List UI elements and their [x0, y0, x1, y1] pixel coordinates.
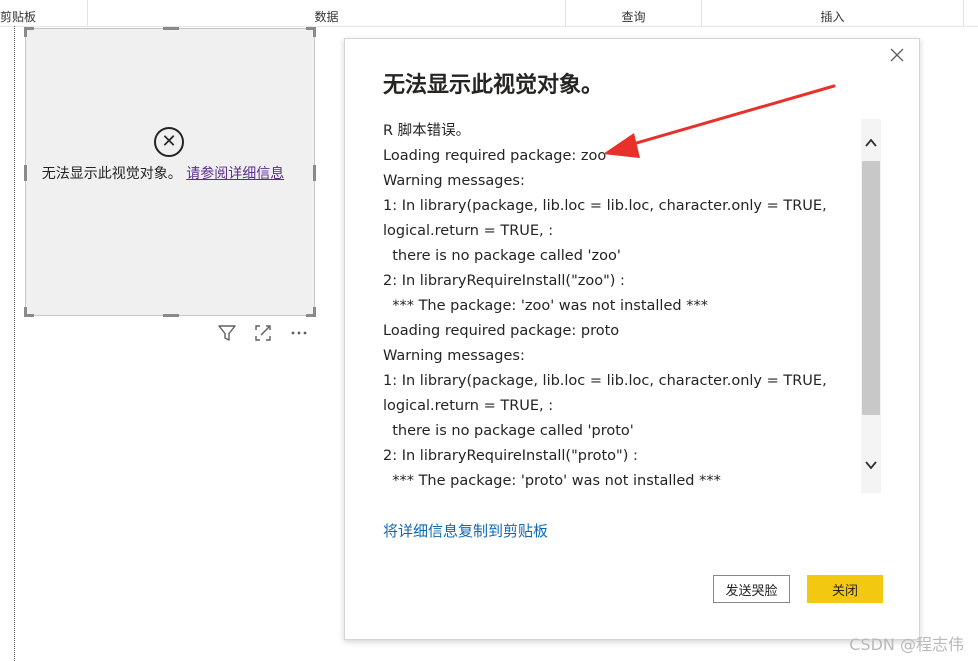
ribbon-group-data-label: 数据 [314, 10, 339, 24]
ribbon-group-query: 查询 [566, 0, 702, 26]
more-options-icon[interactable] [288, 322, 310, 344]
error-line: 1: In library(package, lib.loc = lib.loc… [383, 198, 827, 214]
page-boundary-line [14, 26, 15, 661]
visual-header-actions [216, 322, 310, 344]
watermark-text: CSDN @程志伟 [849, 635, 964, 654]
error-line: *** The package: 'proto' was not install… [383, 473, 721, 489]
resize-handle[interactable] [313, 307, 316, 317]
resize-handle[interactable] [24, 165, 27, 181]
error-line: 1: In library(package, lib.loc = lib.loc… [383, 373, 827, 389]
scrollbar-thumb[interactable] [862, 161, 880, 415]
error-line: R 脚本错误。 [383, 123, 471, 139]
error-line: logical.return = TRUE, : [383, 223, 554, 239]
error-dialog: 无法显示此视觉对象。 R 脚本错误。 Loading required pack… [344, 38, 920, 640]
chevron-down-icon[interactable] [861, 455, 881, 475]
resize-handle[interactable] [313, 165, 316, 181]
error-scrollbar[interactable] [861, 119, 881, 493]
resize-handle[interactable] [24, 27, 27, 37]
focus-mode-icon[interactable] [252, 322, 274, 344]
resize-handle[interactable] [313, 27, 316, 37]
visual-error-message: 无法显示此视觉对象。 请参阅详细信息 [30, 165, 296, 184]
copy-details-link[interactable]: 将详细信息复制到剪贴板 [383, 520, 548, 541]
ribbon-group-query-label: 查询 [621, 10, 646, 24]
error-line: *** The package: 'zoo' was not installed… [383, 298, 708, 314]
error-line: there is no package called 'proto' [383, 423, 634, 439]
resize-handle[interactable] [163, 27, 179, 30]
error-line: Loading required package: proto [383, 323, 620, 339]
error-line: 2: In libraryRequireInstall("proto") : [383, 448, 638, 464]
ribbon-group-data: 数据 [88, 0, 566, 26]
close-icon[interactable] [887, 46, 907, 66]
ribbon-group-labels: 剪贴板 数据 查询 插入 [0, 0, 978, 27]
ribbon-group-insert: 插入 [702, 0, 964, 26]
filter-icon[interactable] [216, 322, 238, 344]
error-line: Warning messages: [383, 348, 525, 364]
visual-error-text: 无法显示此视觉对象。 [41, 166, 182, 182]
error-line: there is no package called 'zoo' [383, 248, 621, 264]
resize-handle[interactable] [163, 314, 179, 317]
error-circle-icon: ✕ [154, 127, 184, 157]
dialog-title: 无法显示此视觉对象。 [383, 73, 604, 98]
chevron-up-icon[interactable] [861, 133, 881, 153]
error-details-text: R 脚本错误。 Loading required package: zoo Wa… [383, 119, 863, 491]
error-line: logical.return = TRUE, : [383, 398, 554, 414]
error-line: Loading required package: zoo [383, 148, 607, 164]
ribbon-group-clipboard-label: 剪贴板 [0, 10, 37, 24]
close-button[interactable]: 关闭 [807, 575, 883, 603]
ribbon-group-clipboard: 剪贴板 [0, 0, 88, 26]
error-line: Warning messages: [383, 173, 525, 189]
resize-handle[interactable] [24, 307, 27, 317]
send-frown-button[interactable]: 发送哭脸 [713, 575, 790, 603]
error-line: 2: In libraryRequireInstall("zoo") : [383, 273, 625, 289]
ribbon-group-insert-label: 插入 [820, 10, 845, 24]
see-details-link[interactable]: 请参阅详细信息 [186, 166, 284, 182]
